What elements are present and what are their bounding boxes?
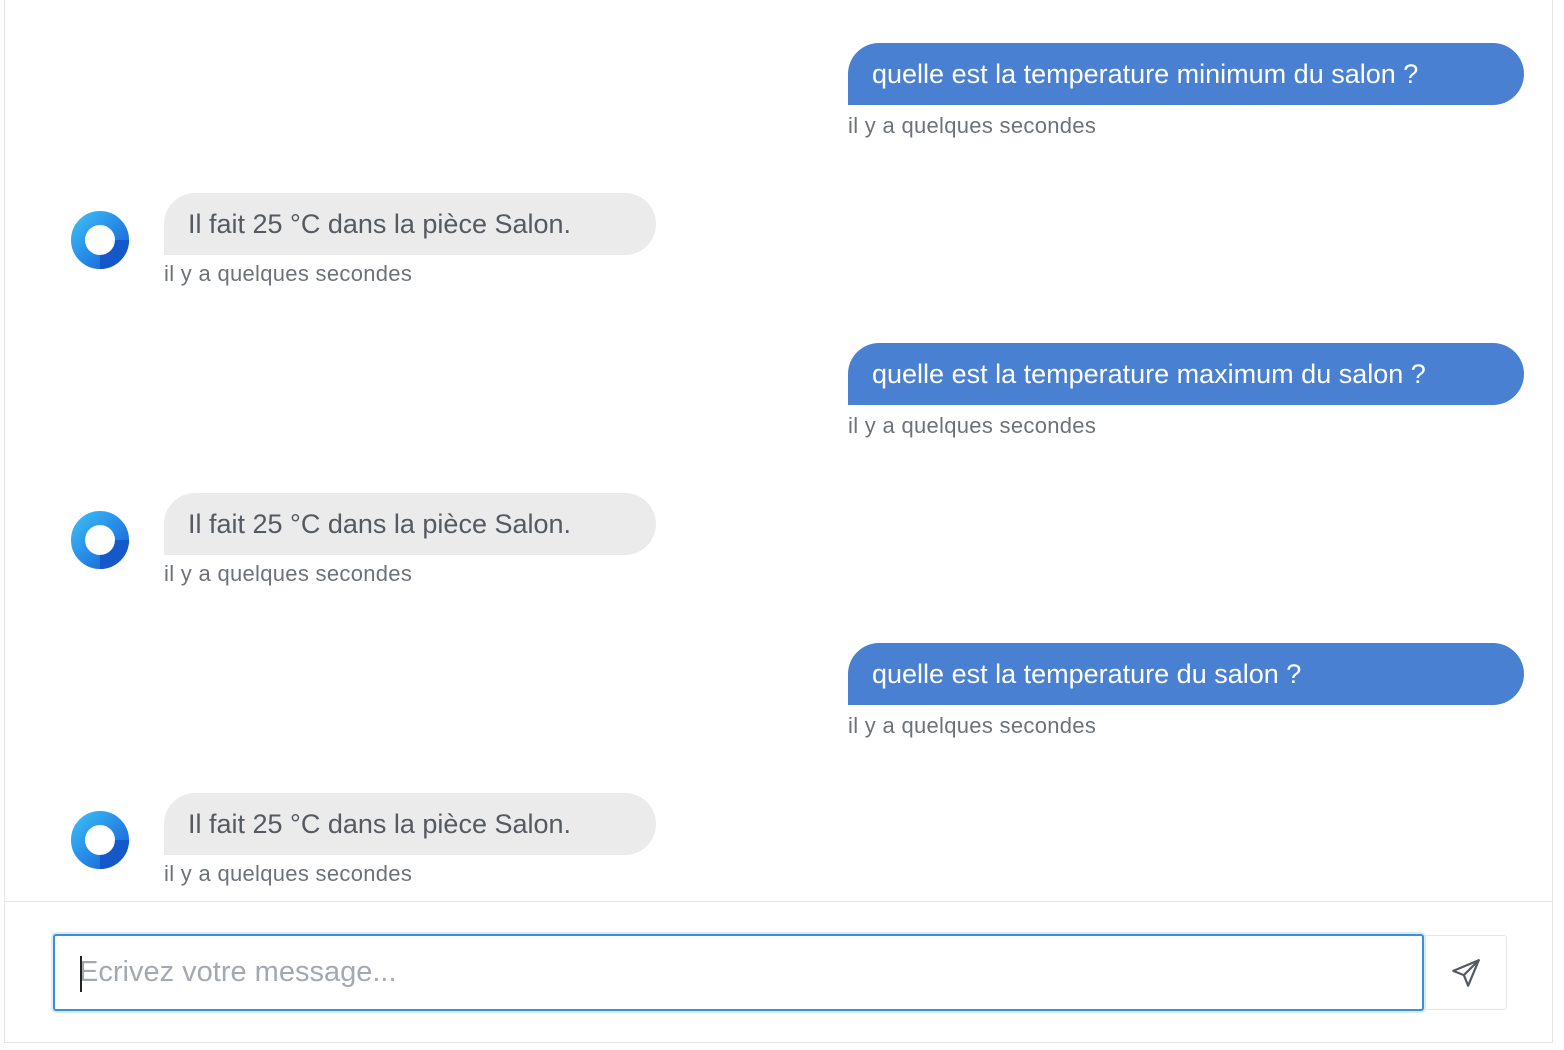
assistant-avatar-icon	[71, 811, 129, 869]
user-message: quelle est la temperature minimum du sal…	[848, 43, 1524, 139]
user-message-bubble: quelle est la temperature minimum du sal…	[848, 43, 1524, 105]
user-message: quelle est la temperature du salon ? il …	[848, 643, 1524, 739]
user-message-bubble: quelle est la temperature du salon ?	[848, 643, 1524, 705]
message-input[interactable]	[55, 936, 1422, 1009]
message-timestamp: il y a quelques secondes	[848, 413, 1097, 438]
message-list[interactable]: quelle est la temperature minimum du sal…	[5, 0, 1552, 901]
message-timestamp: il y a quelques secondes	[164, 561, 413, 586]
text-cursor	[80, 956, 82, 992]
message-input-container[interactable]	[53, 934, 1424, 1011]
message-timestamp: il y a quelques secondes	[848, 713, 1097, 738]
send-icon	[1452, 958, 1480, 987]
user-message: quelle est la temperature maximum du sal…	[848, 343, 1524, 439]
message-timestamp: il y a quelques secondes	[164, 261, 413, 286]
message-timestamp: il y a quelques secondes	[848, 113, 1097, 138]
bot-message-bubble: Il fait 25 °C dans la pièce Salon.	[164, 793, 656, 855]
assistant-avatar-icon	[71, 211, 129, 269]
send-button[interactable]	[1425, 935, 1507, 1010]
assistant-avatar-icon	[71, 511, 129, 569]
message-timestamp: il y a quelques secondes	[164, 861, 413, 886]
bot-message-bubble: Il fait 25 °C dans la pièce Salon.	[164, 493, 656, 555]
chat-window: quelle est la temperature minimum du sal…	[4, 0, 1553, 1043]
composer-divider	[5, 901, 1552, 902]
bot-message-bubble: Il fait 25 °C dans la pièce Salon.	[164, 193, 656, 255]
user-message-bubble: quelle est la temperature maximum du sal…	[848, 343, 1524, 405]
